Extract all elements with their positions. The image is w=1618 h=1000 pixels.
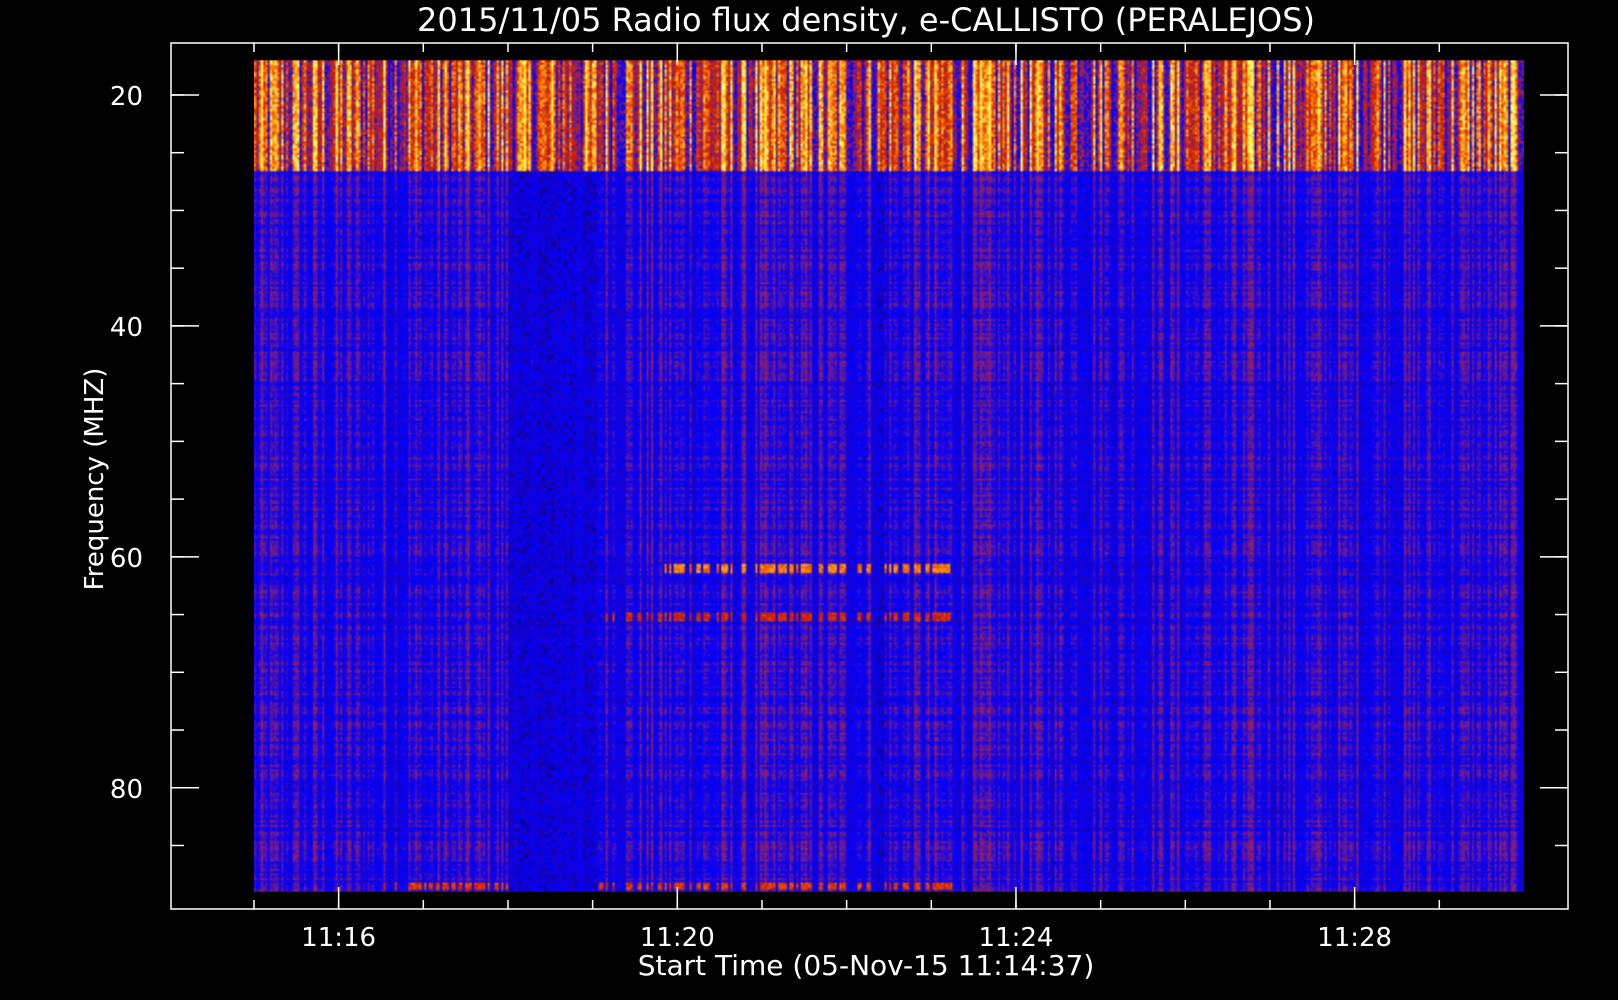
spectrogram-heatmap [254, 60, 1524, 892]
y-tick-label: 60 [110, 544, 143, 574]
x-tick-label: 11:28 [1317, 923, 1392, 953]
y-tick-label: 40 [110, 313, 143, 343]
y-tick-label: 80 [110, 775, 143, 805]
spectrogram-figure: 2015/11/05 Radio flux density, e-CALLIST… [0, 0, 1618, 1000]
y-axis-label: Frequency (MHZ) [80, 368, 110, 591]
y-tick-label: 20 [110, 82, 143, 112]
x-axis-label: Start Time (05-Nov-15 11:14:37) [638, 949, 1095, 982]
x-tick-label: 11:16 [301, 923, 376, 953]
chart-title: 2015/11/05 Radio flux density, e-CALLIST… [417, 1, 1315, 39]
